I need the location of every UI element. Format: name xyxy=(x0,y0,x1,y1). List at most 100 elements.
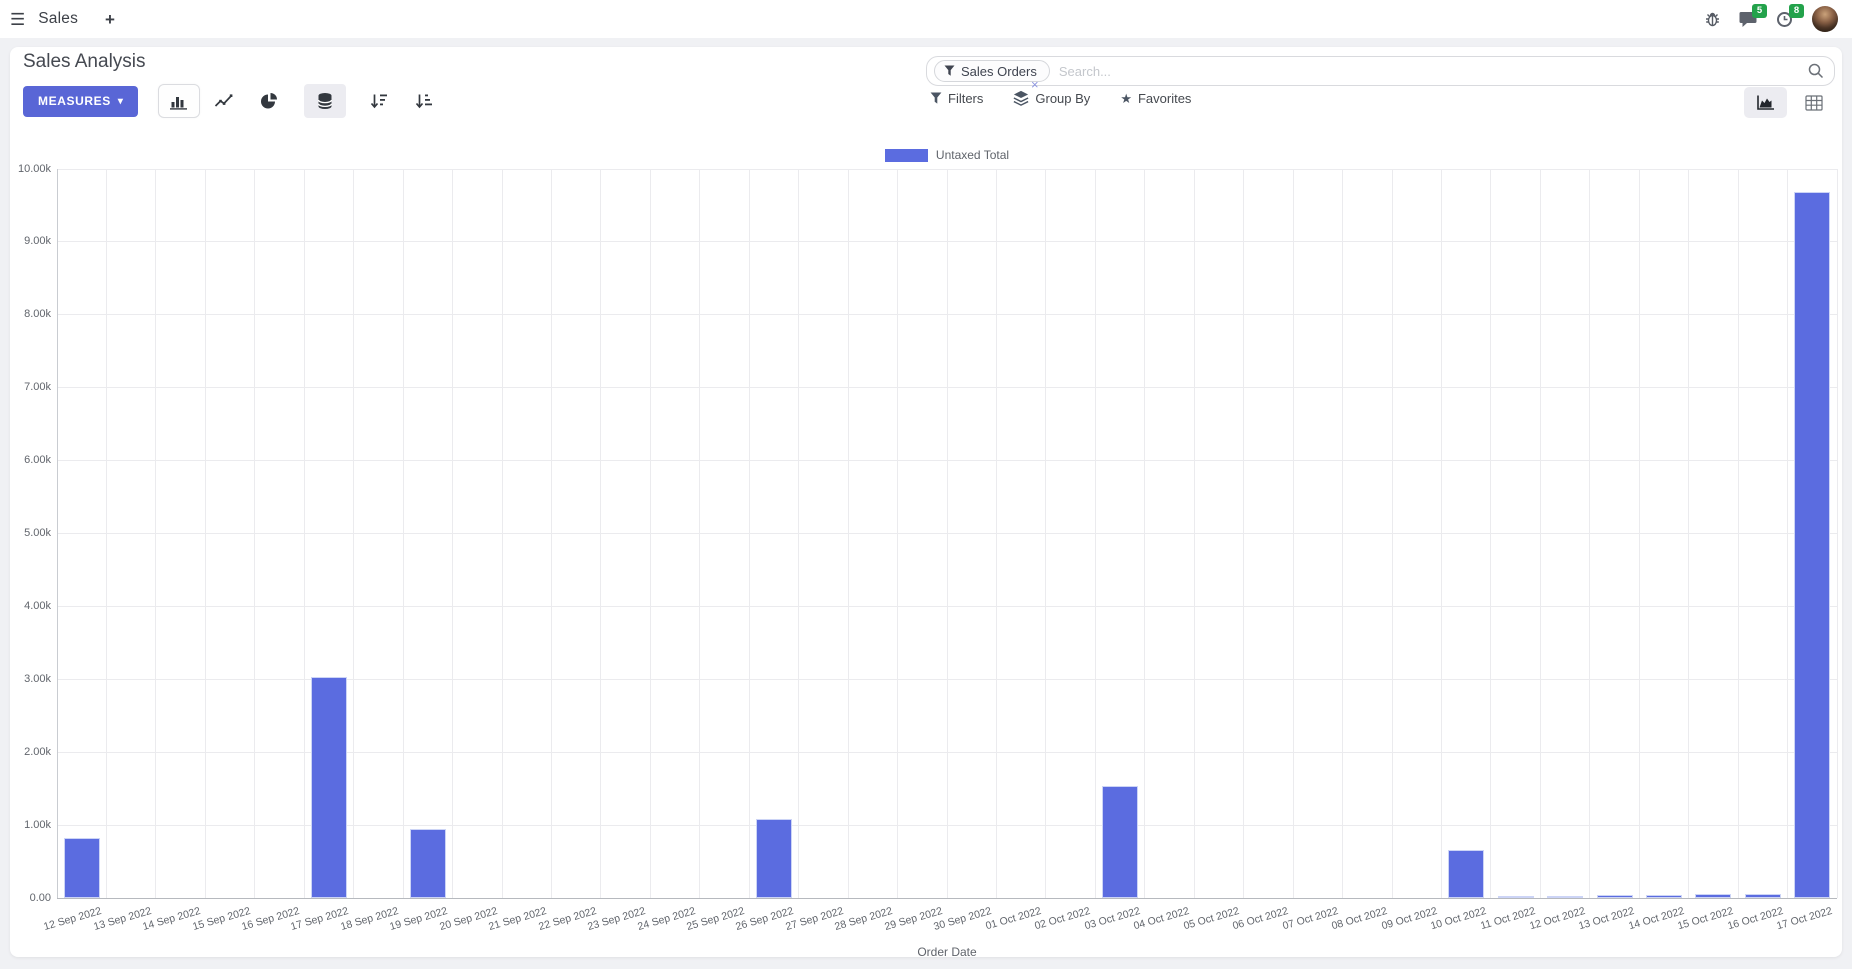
measures-button[interactable]: MEASURES ▾ xyxy=(23,86,138,117)
favorites-label: Favorites xyxy=(1138,91,1191,106)
chart-toolbar: MEASURES ▾ xyxy=(23,84,445,118)
app-name[interactable]: Sales xyxy=(38,10,78,28)
v-gridline xyxy=(403,169,404,898)
v-gridline xyxy=(848,169,849,898)
facet-label: Sales Orders xyxy=(961,64,1037,79)
v-gridline xyxy=(1095,169,1096,898)
filter-funnel-icon xyxy=(930,92,942,105)
messages-icon[interactable]: 5 xyxy=(1739,11,1757,28)
x-tick-label: 05 Oct 2022 xyxy=(1182,905,1240,932)
v-gridline xyxy=(1293,169,1294,898)
x-axis-line xyxy=(57,898,1837,899)
v-gridline xyxy=(798,169,799,898)
v-gridline xyxy=(996,169,997,898)
x-tick-label: 07 Oct 2022 xyxy=(1281,905,1339,932)
v-gridline xyxy=(1540,169,1541,898)
y-tick-label: 9.00k xyxy=(5,235,51,247)
bar-17-Oct-2022[interactable] xyxy=(1794,192,1830,898)
x-tick-label: 13 Oct 2022 xyxy=(1577,905,1635,932)
v-gridline xyxy=(304,169,305,898)
v-gridline xyxy=(749,169,750,898)
y-tick-label: 10.00k xyxy=(5,163,51,175)
bar-03-Oct-2022[interactable] xyxy=(1102,786,1138,898)
v-gridline xyxy=(1787,169,1788,898)
filters-menu[interactable]: Filters xyxy=(930,91,983,106)
y-tick-label: 7.00k xyxy=(5,381,51,393)
v-gridline xyxy=(1639,169,1640,898)
search-input[interactable] xyxy=(1059,64,1808,79)
v-gridline xyxy=(1441,169,1442,898)
filters-label: Filters xyxy=(948,91,983,106)
debug-bug-icon[interactable] xyxy=(1705,11,1720,27)
sort-descending-button[interactable] xyxy=(358,84,400,118)
pivot-view-button[interactable] xyxy=(1792,87,1835,118)
measures-label: MEASURES xyxy=(38,94,111,108)
bar-19-Sep-2022[interactable] xyxy=(410,829,446,898)
chart-legend[interactable]: Untaxed Total xyxy=(57,148,1837,162)
bar-12-Sep-2022[interactable] xyxy=(64,838,100,898)
v-gridline xyxy=(205,169,206,898)
view-switcher xyxy=(1744,87,1835,118)
v-gridline xyxy=(1045,169,1046,898)
x-tick-label: 04 Oct 2022 xyxy=(1132,905,1190,932)
search-bar[interactable]: Sales Orders × xyxy=(926,56,1835,86)
v-gridline xyxy=(1243,169,1244,898)
new-tab-plus-icon[interactable]: + xyxy=(105,11,115,28)
x-tick-label: 02 Oct 2022 xyxy=(1034,905,1092,932)
v-gridline xyxy=(1738,169,1739,898)
apps-menu-icon[interactable]: ☰ xyxy=(10,11,25,28)
content-card: Sales Analysis MEASURES ▾ xyxy=(10,47,1842,957)
group-by-label: Group By xyxy=(1035,91,1090,106)
v-gridline xyxy=(106,169,107,898)
bar-26-Sep-2022[interactable] xyxy=(756,819,792,898)
pivot-table-icon xyxy=(1805,95,1823,111)
legend-label: Untaxed Total xyxy=(936,148,1009,162)
v-gridline xyxy=(155,169,156,898)
v-gridline xyxy=(1837,169,1838,898)
x-tick-label: 10 Oct 2022 xyxy=(1429,905,1487,932)
x-tick-label: 14 Oct 2022 xyxy=(1627,905,1685,932)
y-tick-label: 1.00k xyxy=(5,819,51,831)
x-tick-label: 17 Oct 2022 xyxy=(1775,905,1833,932)
group-by-menu[interactable]: Group By xyxy=(1013,90,1090,106)
messages-count-badge: 5 xyxy=(1752,4,1767,18)
x-tick-label: 11 Oct 2022 xyxy=(1479,905,1537,932)
sort-ascending-icon xyxy=(415,93,433,109)
y-tick-label: 3.00k xyxy=(5,673,51,685)
y-tick-label: 5.00k xyxy=(5,527,51,539)
bar-chart-button[interactable] xyxy=(158,84,200,118)
graph-chart: Untaxed Total 0.001.00k2.00k3.00k4.00k5.… xyxy=(10,142,1842,957)
stacked-toggle-button[interactable] xyxy=(304,84,346,118)
x-tick-label: 03 Oct 2022 xyxy=(1083,905,1141,932)
area-chart-icon xyxy=(1756,94,1775,111)
bar-17-Sep-2022[interactable] xyxy=(311,677,347,898)
x-tick-label: 09 Oct 2022 xyxy=(1380,905,1438,932)
filter-funnel-icon xyxy=(944,65,955,77)
sort-ascending-button[interactable] xyxy=(403,84,445,118)
line-chart-icon xyxy=(214,93,234,109)
x-axis-title: Order Date xyxy=(57,945,1837,959)
y-tick-label: 0.00 xyxy=(5,892,51,904)
line-chart-button[interactable] xyxy=(203,84,245,118)
user-avatar[interactable] xyxy=(1812,6,1838,32)
favorites-menu[interactable]: ★ Favorites xyxy=(1120,91,1191,106)
legend-swatch xyxy=(885,149,928,162)
x-tick-label: 16 Oct 2022 xyxy=(1726,905,1784,932)
pie-chart-button[interactable] xyxy=(248,84,290,118)
activities-clock-icon[interactable]: 8 xyxy=(1776,11,1793,28)
v-gridline xyxy=(502,169,503,898)
v-gridline xyxy=(947,169,948,898)
search-icon[interactable] xyxy=(1808,63,1824,79)
facet-remove-icon[interactable]: × xyxy=(1031,78,1039,91)
v-gridline xyxy=(1589,169,1590,898)
v-gridline xyxy=(600,169,601,898)
activities-count-badge: 8 xyxy=(1789,4,1804,18)
graph-view-button[interactable] xyxy=(1744,87,1787,118)
v-gridline xyxy=(452,169,453,898)
v-gridline xyxy=(1392,169,1393,898)
v-gridline xyxy=(897,169,898,898)
y-axis-line xyxy=(57,169,58,898)
bar-10-Oct-2022[interactable] xyxy=(1448,850,1484,898)
x-tick-label: 12 Oct 2022 xyxy=(1528,905,1586,932)
page-title: Sales Analysis xyxy=(23,51,146,73)
